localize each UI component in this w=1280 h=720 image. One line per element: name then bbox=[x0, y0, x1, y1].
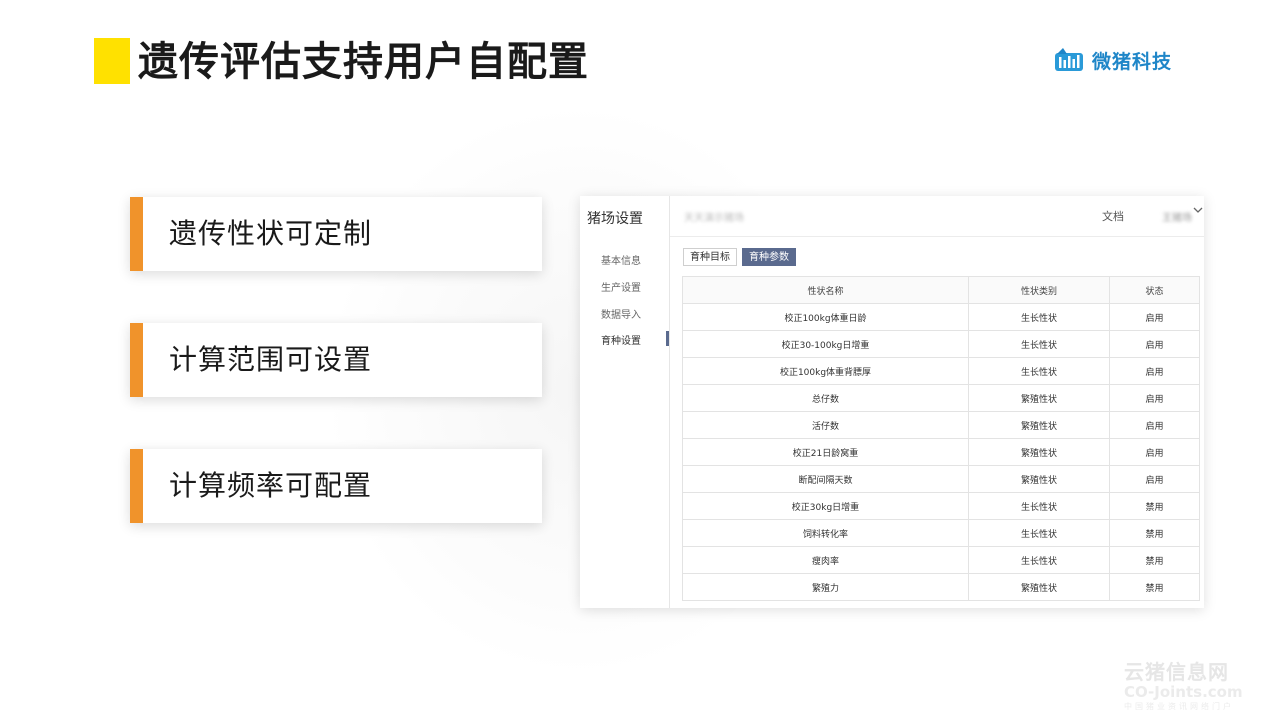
sidebar-title: 猪场设置 bbox=[587, 211, 643, 227]
sidebar-item-breeding-settings[interactable]: 育种设置 bbox=[601, 332, 641, 347]
app-screenshot-panel: 猪场设置 基本信息 生产设置 数据导入 育种设置 天天演示猪场 文档 王猪场 育… bbox=[580, 196, 1204, 608]
trait-name-cell: 饲料转化率 bbox=[682, 519, 969, 547]
site-watermark: 云猪信息网 CO-Joints.com 中国猪业资讯网络门户 bbox=[1124, 656, 1243, 712]
feature-card: 计算范围可设置 bbox=[130, 323, 542, 397]
feature-label: 计算范围可设置 bbox=[169, 343, 373, 376]
trait-category-cell: 生长性状 bbox=[968, 357, 1110, 385]
feature-card: 遗传性状可定制 bbox=[130, 197, 542, 271]
trait-name-cell: 断配间隔天数 bbox=[682, 465, 969, 493]
status-cell: 禁用 bbox=[1109, 492, 1200, 520]
status-cell: 启用 bbox=[1109, 438, 1200, 466]
feature-label: 计算频率可配置 bbox=[169, 469, 373, 502]
tab-breeding-goals[interactable]: 育种目标 bbox=[683, 248, 737, 266]
trait-category-cell: 繁殖性状 bbox=[968, 573, 1110, 601]
trait-category-cell: 繁殖性状 bbox=[968, 465, 1110, 493]
docs-link[interactable]: 文档 bbox=[1102, 208, 1124, 224]
trait-category-cell: 生长性状 bbox=[968, 519, 1110, 547]
table-row[interactable]: 总仔数 繁殖性状 启用 bbox=[682, 384, 1200, 412]
table-header-row: 性状名称 性状类别 状态 bbox=[682, 276, 1200, 304]
table-row[interactable]: 校正30kg日增重 生长性状 禁用 bbox=[682, 492, 1200, 520]
table-row[interactable]: 断配间隔天数 繁殖性状 启用 bbox=[682, 465, 1200, 493]
sidebar-active-indicator bbox=[666, 331, 669, 346]
trait-name-cell: 校正30-100kg日增重 bbox=[682, 330, 969, 358]
traits-table: 性状名称 性状类别 状态 校正100kg体重日龄 生长性状 启用 校正30-10… bbox=[682, 276, 1200, 601]
company-logo: 微猪科技 bbox=[1054, 46, 1172, 74]
feature-card: 计算频率可配置 bbox=[130, 449, 542, 523]
trait-name-cell: 校正100kg体重背膘厚 bbox=[682, 357, 969, 385]
trait-name-cell: 校正100kg体重日龄 bbox=[682, 303, 969, 331]
table-row[interactable]: 饲料转化率 生长性状 禁用 bbox=[682, 519, 1200, 547]
watermark-sub: 中国猪业资讯网络门户 bbox=[1124, 702, 1234, 711]
column-header-status: 状态 bbox=[1109, 276, 1200, 304]
bar-chart-logo-icon bbox=[1054, 47, 1086, 73]
trait-category-cell: 生长性状 bbox=[968, 492, 1110, 520]
table-row[interactable]: 瘦肉率 生长性状 禁用 bbox=[682, 546, 1200, 574]
trait-category-cell: 生长性状 bbox=[968, 303, 1110, 331]
trait-name-cell: 活仔数 bbox=[682, 411, 969, 439]
sidebar-item-production-settings[interactable]: 生产设置 bbox=[601, 279, 641, 294]
trait-name-cell: 校正30kg日增重 bbox=[682, 492, 969, 520]
table-row[interactable]: 活仔数 繁殖性状 启用 bbox=[682, 411, 1200, 439]
status-cell: 禁用 bbox=[1109, 519, 1200, 547]
watermark-cn: 云猪信息网 bbox=[1124, 660, 1229, 684]
status-cell: 启用 bbox=[1109, 357, 1200, 385]
table-row[interactable]: 校正21日龄窝重 繁殖性状 启用 bbox=[682, 438, 1200, 466]
user-menu[interactable]: 王猪场 bbox=[1162, 209, 1192, 224]
tab-breeding-params[interactable]: 育种参数 bbox=[742, 248, 796, 266]
column-header-trait-category: 性状类别 bbox=[968, 276, 1110, 304]
watermark-en: CO-Joints.com bbox=[1124, 683, 1243, 701]
trait-category-cell: 繁殖性状 bbox=[968, 438, 1110, 466]
trait-category-cell: 繁殖性状 bbox=[968, 411, 1110, 439]
table-row[interactable]: 校正100kg体重背膘厚 生长性状 启用 bbox=[682, 357, 1200, 385]
trait-name-cell: 校正21日龄窝重 bbox=[682, 438, 969, 466]
table-row[interactable]: 繁殖力 繁殖性状 禁用 bbox=[682, 573, 1200, 601]
trait-name-cell: 总仔数 bbox=[682, 384, 969, 412]
logo-text: 微猪科技 bbox=[1092, 50, 1173, 73]
status-cell: 禁用 bbox=[1109, 546, 1200, 574]
title-accent-bar bbox=[94, 38, 130, 84]
status-cell: 启用 bbox=[1109, 411, 1200, 439]
sidebar-item-data-import[interactable]: 数据导入 bbox=[601, 306, 641, 321]
trait-name-cell: 瘦肉率 bbox=[682, 546, 969, 574]
table-row[interactable]: 校正30-100kg日增重 生长性状 启用 bbox=[682, 330, 1200, 358]
slide-title: 遗传评估支持用户自配置 bbox=[138, 39, 589, 85]
status-cell: 启用 bbox=[1109, 384, 1200, 412]
trait-name-cell: 繁殖力 bbox=[682, 573, 969, 601]
status-cell: 启用 bbox=[1109, 465, 1200, 493]
trait-category-cell: 繁殖性状 bbox=[968, 384, 1110, 412]
status-cell: 启用 bbox=[1109, 330, 1200, 358]
column-header-trait-name: 性状名称 bbox=[682, 276, 969, 304]
trait-category-cell: 生长性状 bbox=[968, 330, 1110, 358]
chevron-down-icon[interactable] bbox=[1193, 205, 1203, 218]
settings-sidebar: 猪场设置 基本信息 生产设置 数据导入 育种设置 bbox=[580, 196, 670, 608]
status-cell: 禁用 bbox=[1109, 573, 1200, 601]
feature-label: 遗传性状可定制 bbox=[169, 217, 373, 250]
farm-name: 天天演示猪场 bbox=[684, 213, 744, 224]
trait-category-cell: 生长性状 bbox=[968, 546, 1110, 574]
table-row[interactable]: 校正100kg体重日龄 生长性状 启用 bbox=[682, 303, 1200, 331]
sidebar-item-basic-info[interactable]: 基本信息 bbox=[601, 252, 641, 267]
top-bar: 天天演示猪场 文档 王猪场 bbox=[670, 196, 1204, 237]
status-cell: 启用 bbox=[1109, 303, 1200, 331]
